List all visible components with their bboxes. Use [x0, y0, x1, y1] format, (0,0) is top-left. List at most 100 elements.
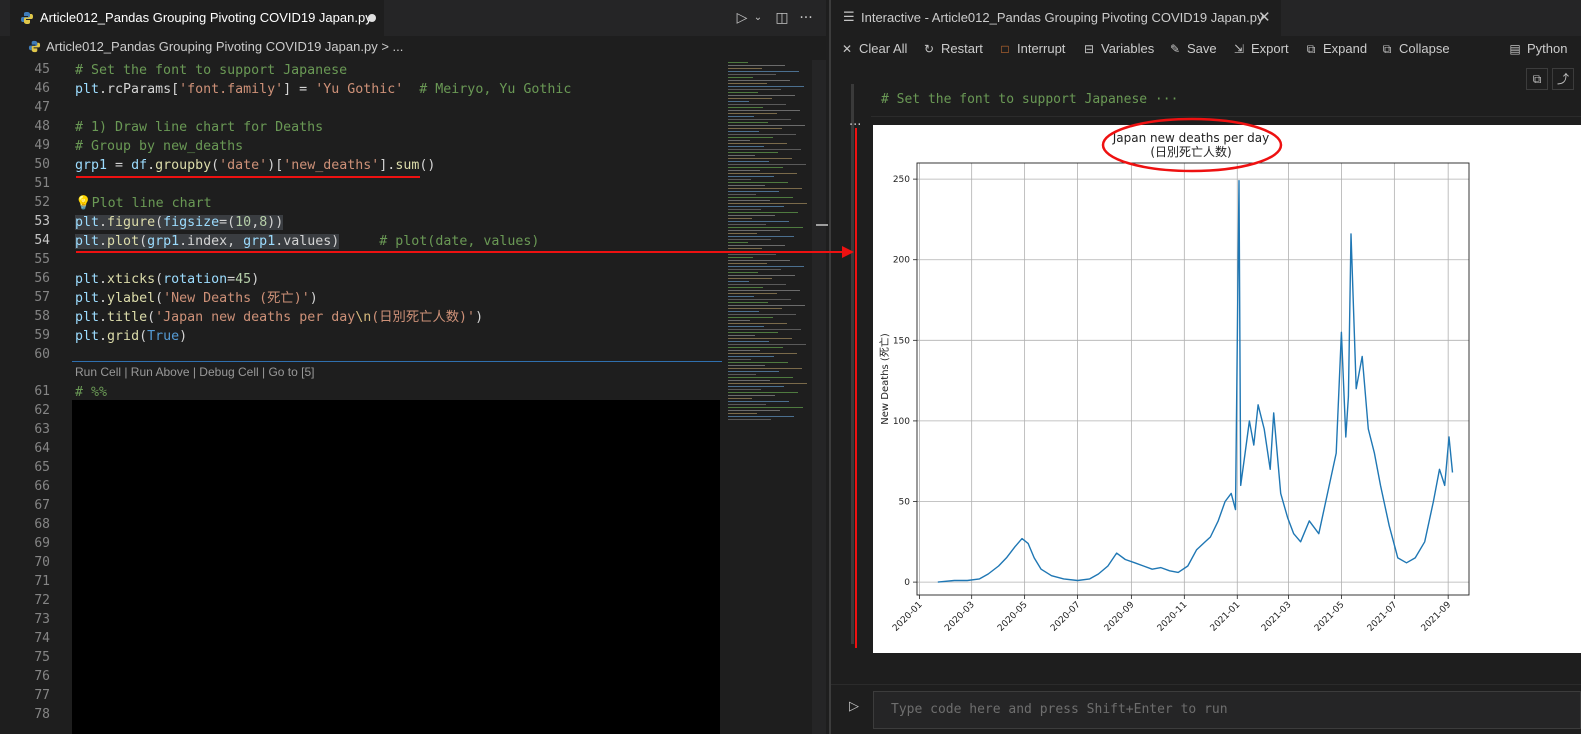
- minimap-line: [728, 299, 791, 300]
- minimap-line: [728, 215, 775, 216]
- code-line-59: plt.grid(True): [75, 329, 188, 344]
- unsaved-dot-icon[interactable]: [368, 14, 376, 22]
- y-tick-label: 50: [899, 498, 911, 508]
- minimap-line: [728, 341, 769, 342]
- minimap-line: [728, 386, 784, 387]
- minimap-line: [728, 158, 792, 159]
- code-line-46: plt.rcParams['font.family'] = 'Yu Gothic…: [75, 82, 572, 97]
- kernel-picker[interactable]: ▤ Python: [1507, 41, 1567, 56]
- y-tick-label: 200: [893, 256, 910, 266]
- line-number: 63: [34, 422, 50, 437]
- chart-subtitle: (日別死亡人数): [1150, 144, 1231, 159]
- minimap-line: [728, 107, 763, 108]
- y-tick-label: 150: [893, 336, 910, 346]
- line-number: 73: [34, 612, 50, 627]
- empty-editor-region: [72, 400, 720, 734]
- minimap-line: [728, 167, 783, 168]
- folded-cell-code[interactable]: # Set the font to support Japanese ···: [881, 92, 1178, 107]
- lightbulb-icon[interactable]: 💡: [75, 196, 92, 211]
- interactive-tab-active[interactable]: ☰ Interactive - Article012_Pandas Groupi…: [831, 0, 1281, 36]
- scrollbar-thumb[interactable]: [816, 224, 828, 226]
- line-chart: Japan new deaths per day(日別死亡人数) 0 50 100 15…: [878, 131, 1470, 634]
- editor-tab-label: Article012_Pandas Grouping Pivoting COVI…: [40, 10, 372, 25]
- breadcrumb-file-label[interactable]: Article012_Pandas Grouping Pivoting COVI…: [46, 39, 378, 54]
- minimap[interactable]: [726, 60, 820, 734]
- minimap-line: [728, 353, 797, 354]
- expand-icon: ⧉: [1306, 42, 1316, 56]
- x-tick-label: 2020-05: [996, 600, 1030, 634]
- copy-icon[interactable]: ⧉: [1526, 68, 1548, 90]
- breadcrumb-file[interactable]: Article012_Pandas Grouping Pivoting COVI…: [46, 39, 403, 54]
- minimap-line: [728, 380, 770, 381]
- save-button[interactable]: ✎ Save: [1167, 41, 1217, 56]
- line-number: 59: [34, 328, 50, 343]
- line-number: 53: [34, 214, 50, 229]
- minimap-line: [728, 131, 759, 132]
- cell-codelens[interactable]: Run Cell | Run Above | Debug Cell | Go t…: [75, 365, 314, 379]
- minimap-line: [728, 392, 798, 393]
- expand-button[interactable]: ⧉ Expand: [1303, 41, 1367, 57]
- interactive-toolbar: ✕ Clear All ↻ Restart □ Interrupt ⊟ Variable…: [831, 36, 1581, 64]
- clear-all-button[interactable]: ✕ Clear All: [839, 41, 907, 56]
- chart-title: Japan new deaths per day: [1112, 131, 1269, 145]
- close-icon[interactable]: ✕: [1258, 8, 1271, 26]
- minimap-line: [728, 302, 768, 303]
- code-line-45: # Set the font to support Japanese: [75, 63, 348, 78]
- run-dropdown-chevron-icon[interactable]: ⌄: [749, 9, 767, 27]
- collapse-button[interactable]: ⧉ Collapse: [1379, 41, 1450, 57]
- breadcrumb-more[interactable]: > ...: [381, 39, 403, 54]
- minimap-line: [728, 296, 754, 297]
- minimap-line: [728, 176, 774, 177]
- minimap-line: [728, 125, 805, 126]
- line-number: 64: [34, 441, 50, 456]
- minimap-line: [728, 77, 753, 78]
- minimap-line: [728, 110, 800, 111]
- minimap-line: [728, 404, 766, 405]
- minimap-line: [728, 74, 776, 75]
- minimap-line: [728, 119, 791, 120]
- code-line-48: # 1) Draw line chart for Deaths: [75, 120, 324, 135]
- minimap-line: [728, 275, 795, 276]
- split-editor-icon[interactable]: ◫: [773, 9, 791, 27]
- minimap-line: [728, 371, 779, 372]
- goto-code-icon[interactable]: ⤴: [1552, 68, 1574, 90]
- minimap-line: [728, 200, 770, 201]
- variables-button[interactable]: ⊟ Variables: [1081, 41, 1154, 56]
- minimap-line: [728, 278, 772, 279]
- y-tick-label: 250: [893, 175, 910, 185]
- minimap-line: [728, 230, 780, 231]
- line-number: 75: [34, 650, 50, 665]
- minimap-line: [728, 98, 772, 99]
- minimap-line: [728, 368, 802, 369]
- x-tick-label: 2021-07: [1366, 600, 1400, 634]
- minimap-line: [728, 185, 765, 186]
- code-input[interactable]: Type code here and press Shift+Enter to …: [873, 691, 1581, 729]
- minimap-line: [728, 314, 796, 315]
- minimap-line: [728, 245, 785, 246]
- x-tick-label: 2021-01: [1209, 600, 1243, 634]
- line-number: 57: [34, 290, 50, 305]
- minimap-line: [728, 413, 757, 414]
- export-button[interactable]: ⇲ Export: [1231, 41, 1289, 56]
- minimap-line: [728, 317, 773, 318]
- restart-button[interactable]: ↻ Restart: [921, 41, 983, 56]
- editor-scrollbar[interactable]: [812, 60, 826, 734]
- code-line-50: grp1 = df.groupby('date')['new_deaths'].…: [75, 158, 436, 173]
- editor-tab-active[interactable]: Article012_Pandas Grouping Pivoting COVI…: [10, 0, 384, 36]
- minimap-line: [728, 116, 754, 117]
- run-icon[interactable]: ▷: [849, 699, 859, 714]
- cell-more-icon[interactable]: ···: [849, 118, 861, 133]
- minimap-line: [728, 329, 801, 330]
- minimap-line: [728, 233, 757, 234]
- minimap-line: [728, 209, 761, 210]
- minimap-line: [728, 95, 795, 96]
- line-number: 55: [34, 252, 50, 267]
- chart-output: Japan new deaths per day (日別死亡人数) 0 50 100 15…: [873, 125, 1581, 653]
- minimap-line: [728, 305, 805, 306]
- minimap-line: [728, 227, 803, 228]
- minimap-line: [728, 218, 752, 219]
- interrupt-button[interactable]: □ Interrupt: [997, 41, 1065, 56]
- more-actions-icon[interactable]: ···: [797, 9, 815, 27]
- cell-action-buttons: ⧉ ⤴: [1526, 68, 1581, 92]
- line-number: 58: [34, 309, 50, 324]
